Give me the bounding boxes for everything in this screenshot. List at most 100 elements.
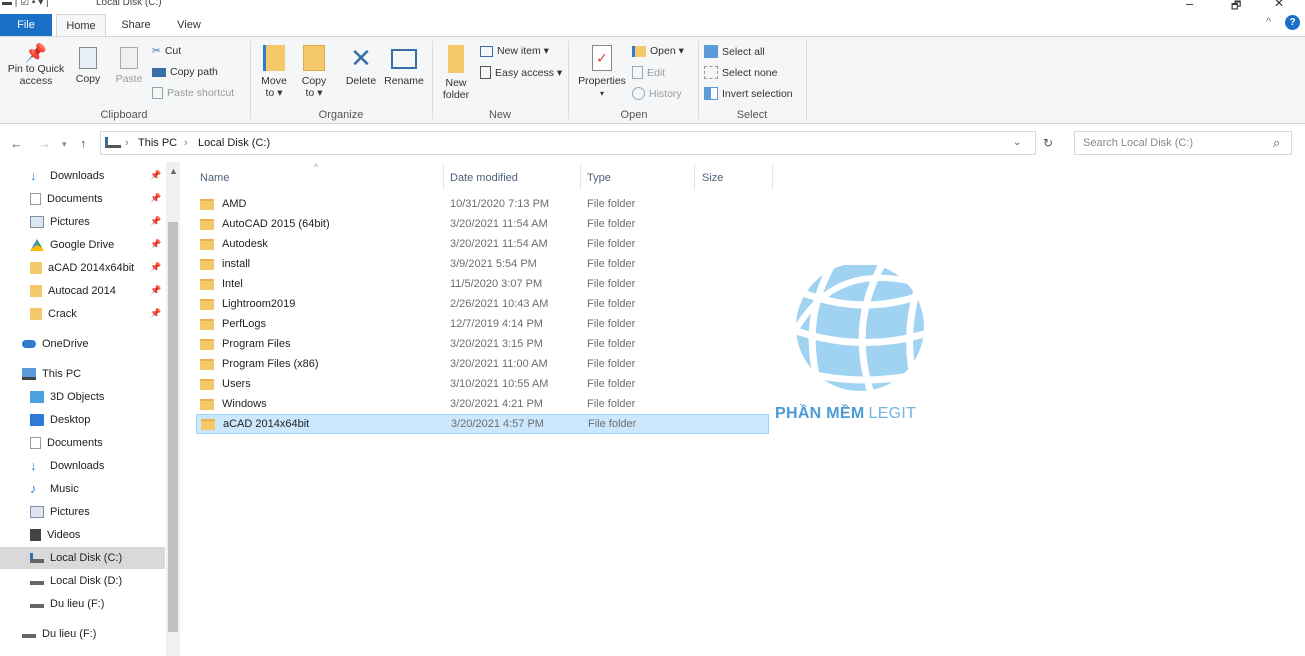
file-row[interactable]: install 3/9/2021 5:54 PM File folder xyxy=(196,254,769,274)
file-row[interactable]: PerfLogs 12/7/2019 4:14 PM File folder xyxy=(196,314,769,334)
nav-item-documents-pc[interactable]: Documents xyxy=(0,432,165,454)
minimize-button[interactable]: – xyxy=(1186,0,1193,11)
nav-item-this-pc[interactable]: This PC xyxy=(0,363,165,385)
column-separator[interactable] xyxy=(772,164,773,190)
picture-icon xyxy=(30,506,44,518)
tab-share[interactable]: Share xyxy=(112,14,160,36)
file-row[interactable]: AMD 10/31/2020 7:13 PM File folder xyxy=(196,194,769,214)
file-row[interactable]: Intel 11/5/2020 3:07 PM File folder xyxy=(196,274,769,294)
column-separator[interactable] xyxy=(694,164,695,190)
select-all-button[interactable]: Select all xyxy=(704,45,765,58)
nav-item-videos[interactable]: Videos xyxy=(0,524,165,546)
file-row[interactable]: Autodesk 3/20/2021 11:54 AM File folder xyxy=(196,234,769,254)
file-row[interactable]: AutoCAD 2015 (64bit) 3/20/2021 11:54 AM Fi… xyxy=(196,214,769,234)
pin-icon[interactable]: 📌 xyxy=(150,170,161,181)
column-separator[interactable] xyxy=(443,164,444,190)
cut-button[interactable]: ✂ Cut xyxy=(152,45,181,57)
folder-icon xyxy=(201,418,215,430)
paste-button[interactable]: Paste xyxy=(112,47,146,85)
folder-icon xyxy=(200,338,214,350)
tab-home[interactable]: Home xyxy=(56,14,106,36)
folder-icon xyxy=(200,298,214,310)
delete-button[interactable]: ✕ Delete xyxy=(342,45,380,87)
up-arrow-icon[interactable]: ↑ xyxy=(80,136,87,151)
nav-item-crack[interactable]: Crack xyxy=(0,303,165,325)
new-item-button[interactable]: New item ▾ xyxy=(480,45,549,57)
column-separator[interactable] xyxy=(580,164,581,190)
nav-item-pictures-pc[interactable]: Pictures xyxy=(0,501,165,523)
copy-path-icon xyxy=(152,67,166,77)
nav-scrollbar[interactable]: ▲ xyxy=(166,162,180,656)
nav-item-local-disk-d[interactable]: Local Disk (D:) xyxy=(0,570,165,592)
recent-locations-icon[interactable]: ▾ xyxy=(62,139,67,150)
nav-item-downloads-pc[interactable]: ↓ Downloads xyxy=(0,455,165,477)
help-icon[interactable]: ? xyxy=(1285,15,1300,30)
nav-item-acad-2014x64bit[interactable]: aCAD 2014x64bit xyxy=(0,257,165,279)
tab-view[interactable]: View xyxy=(166,14,212,36)
tab-file[interactable]: File xyxy=(0,14,52,36)
scrollbar-thumb[interactable] xyxy=(168,222,178,632)
file-row[interactable]: aCAD 2014x64bit 3/20/2021 4:57 PM File fol… xyxy=(196,414,769,434)
nav-item-local-disk-c[interactable]: Local Disk (C:) xyxy=(0,547,165,569)
breadcrumb-local-disk[interactable]: Local Disk (C:) xyxy=(198,137,270,149)
pin-to-quick-access-button[interactable]: 📌 Pin to Quick access xyxy=(4,44,68,87)
breadcrumb-this-pc[interactable]: This PC xyxy=(138,137,177,149)
move-to-button[interactable]: Move to ▾ xyxy=(256,45,292,99)
file-row[interactable]: Users 3/10/2021 10:55 AM File folder xyxy=(196,374,769,394)
column-header-name[interactable]: Name xyxy=(200,172,229,184)
copy-button[interactable]: Copy xyxy=(72,47,104,85)
easy-access-button[interactable]: Easy access ▾ xyxy=(480,66,562,79)
search-input[interactable]: Search Local Disk (C:) ⌕ xyxy=(1074,131,1292,155)
close-button[interactable]: ✕ xyxy=(1274,0,1284,10)
scroll-up-icon[interactable]: ▲ xyxy=(169,166,178,176)
open-group-label: Open xyxy=(620,109,648,121)
nav-item-pictures[interactable]: Pictures xyxy=(0,211,165,233)
column-header-type[interactable]: Type xyxy=(587,172,611,184)
forward-arrow-icon[interactable]: → xyxy=(38,136,51,151)
edit-button[interactable]: Edit xyxy=(632,66,665,79)
copy-path-button[interactable]: Copy path xyxy=(152,66,218,78)
copy-to-button[interactable]: Copy to ▾ xyxy=(296,45,332,99)
file-row[interactable]: Windows 3/20/2021 4:21 PM File folder xyxy=(196,394,769,414)
nav-item-onedrive[interactable]: OneDrive xyxy=(0,333,165,355)
select-group-label: Select xyxy=(736,109,768,121)
pin-icon[interactable]: 📌 xyxy=(150,193,161,204)
nav-item-music[interactable]: ♪ Music xyxy=(0,478,165,500)
pin-icon[interactable]: 📌 xyxy=(150,285,161,296)
nav-item-downloads[interactable]: ↓ Downloads xyxy=(0,165,165,187)
column-header-date-modified[interactable]: Date modified xyxy=(450,172,518,184)
folder-icon xyxy=(200,198,214,210)
file-row[interactable]: Lightroom2019 2/26/2021 10:43 AM File fold… xyxy=(196,294,769,314)
refresh-icon[interactable]: ↻ xyxy=(1043,136,1053,150)
select-none-button[interactable]: Select none xyxy=(704,66,777,79)
invert-selection-icon xyxy=(704,87,718,100)
file-row[interactable]: Program Files (x86) 3/20/2021 11:00 AM Fil… xyxy=(196,354,769,374)
nav-item-google-drive[interactable]: Google Drive xyxy=(0,234,165,256)
pin-icon[interactable]: 📌 xyxy=(150,216,161,227)
history-button[interactable]: History xyxy=(632,87,682,100)
rename-button[interactable]: Rename xyxy=(382,45,426,87)
pin-icon[interactable]: 📌 xyxy=(150,262,161,273)
address-box[interactable]: › This PC › Local Disk (C:) ⌄ xyxy=(100,131,1036,155)
invert-selection-button[interactable]: Invert selection xyxy=(704,87,793,100)
address-dropdown-icon[interactable]: ⌄ xyxy=(1013,137,1021,148)
collapse-ribbon-icon[interactable]: ^ xyxy=(1266,16,1271,28)
nav-item-autocad-2014[interactable]: Autocad 2014 xyxy=(0,280,165,302)
nav-item-desktop[interactable]: Desktop xyxy=(0,409,165,431)
properties-button[interactable]: ✓ Properties ▾ xyxy=(574,45,630,100)
open-button[interactable]: Open ▾ xyxy=(632,45,684,57)
file-date-modified: 12/7/2019 4:14 PM xyxy=(450,318,543,330)
pin-icon[interactable]: 📌 xyxy=(150,239,161,250)
file-row[interactable]: Program Files 3/20/2021 3:15 PM File folde… xyxy=(196,334,769,354)
file-name: PerfLogs xyxy=(222,318,267,330)
new-folder-button[interactable]: New folder xyxy=(438,45,474,101)
nav-item-du-lieu-f[interactable]: Du lieu (F:) xyxy=(0,593,165,615)
nav-item-documents[interactable]: Documents xyxy=(0,188,165,210)
back-arrow-icon[interactable]: ← xyxy=(10,136,23,151)
pin-icon[interactable]: 📌 xyxy=(150,308,161,319)
column-header-size[interactable]: Size xyxy=(702,172,723,184)
paste-shortcut-button[interactable]: Paste shortcut xyxy=(152,87,234,99)
new-folder-icon xyxy=(448,45,464,73)
nav-item-du-lieu-f-network[interactable]: Du lieu (F:) xyxy=(0,623,165,645)
nav-item-3d-objects[interactable]: 3D Objects xyxy=(0,386,165,408)
